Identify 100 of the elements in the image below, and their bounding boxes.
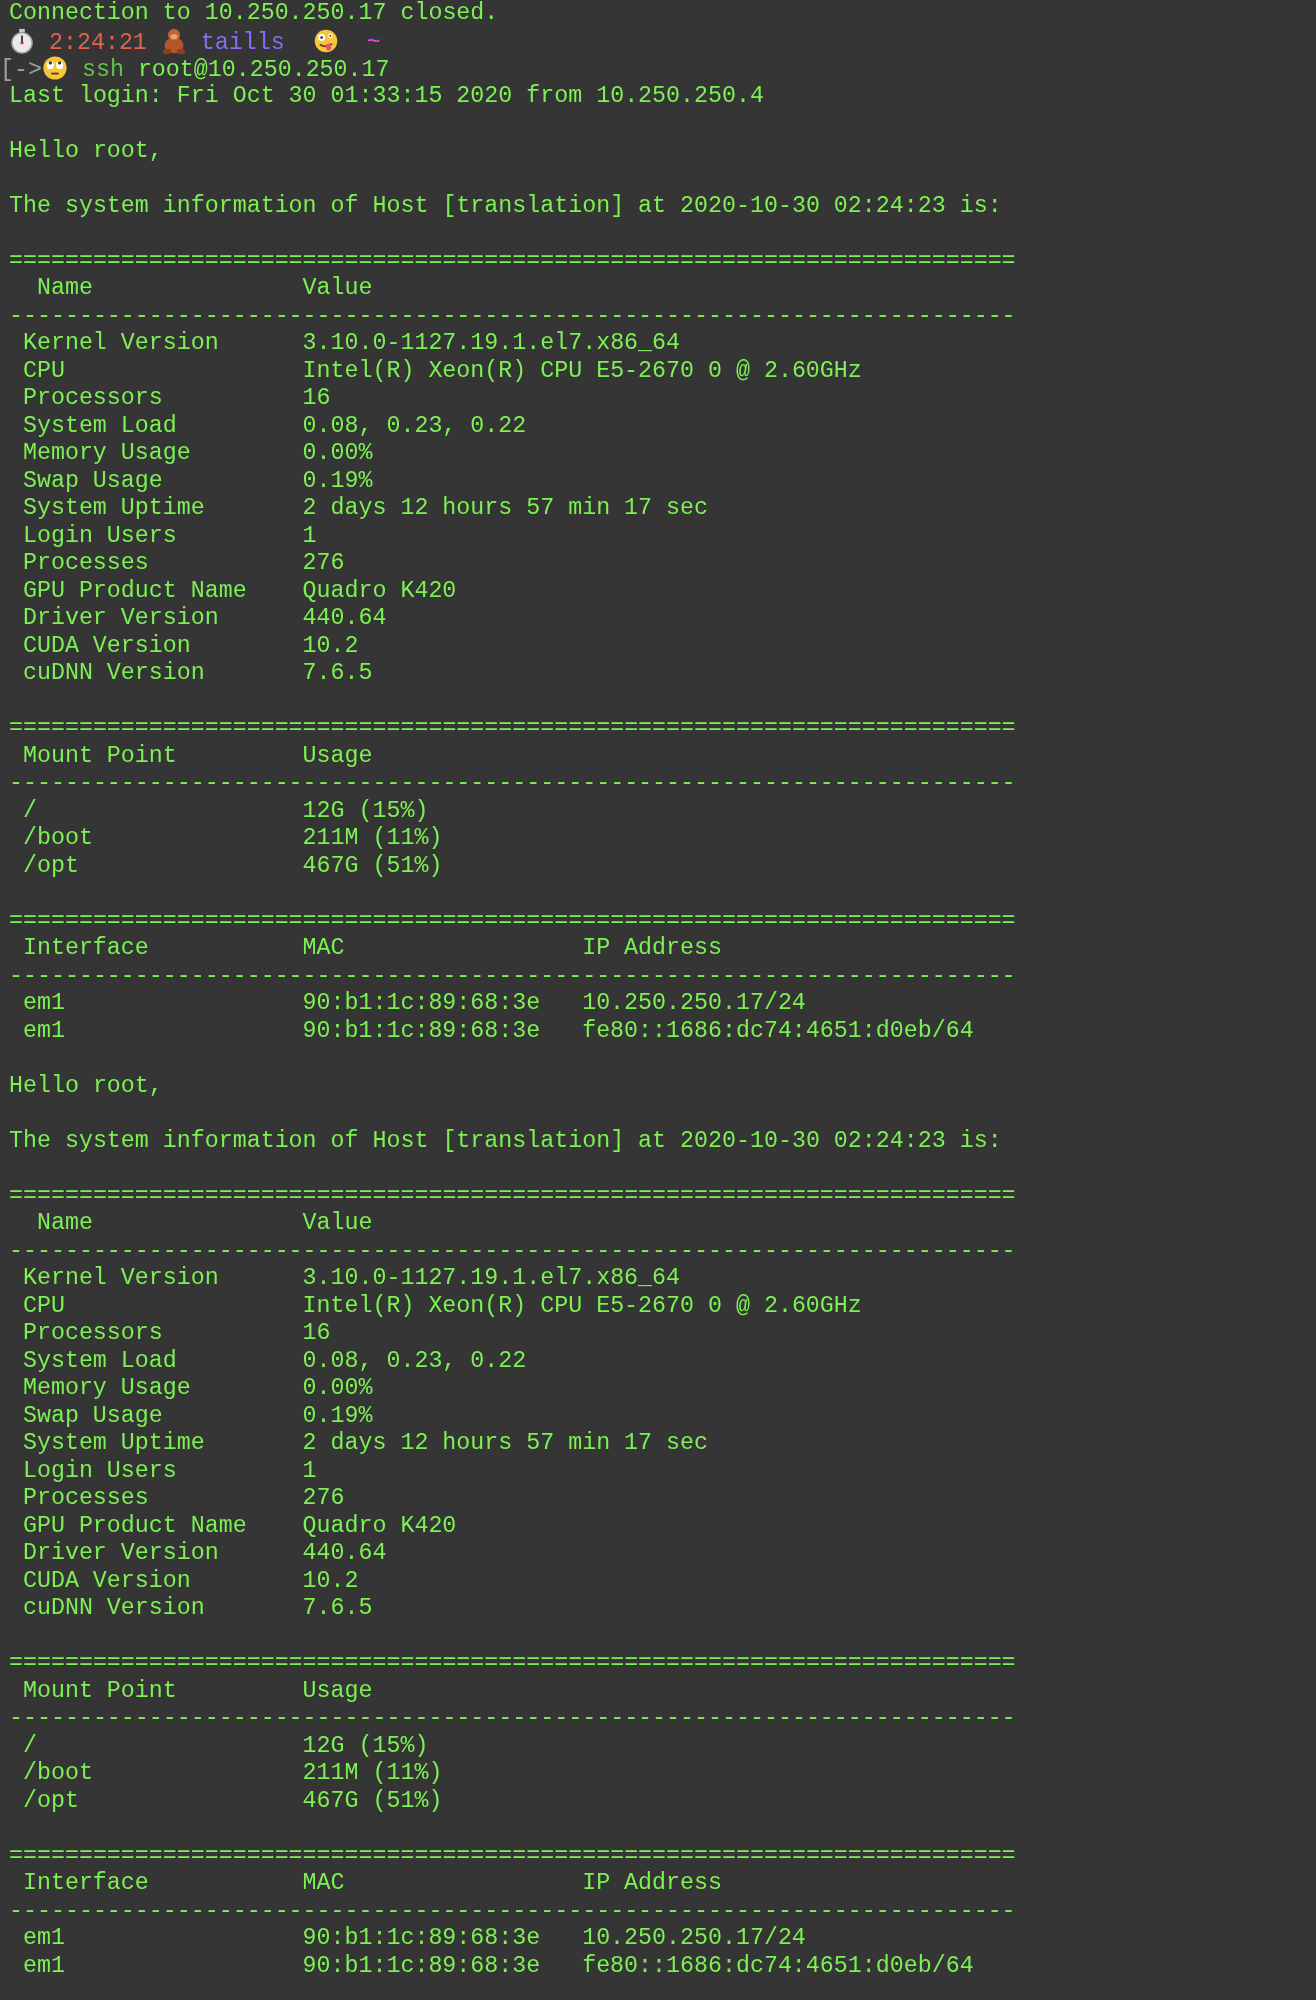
table-cell: CUDA Version — [22, 632, 191, 660]
prompt-symbol: [-> — [0, 57, 42, 85]
table-cell: 0.00% — [302, 440, 373, 468]
table-cell: Processors — [22, 385, 163, 413]
prompt-time: 2:24:21 — [49, 29, 147, 57]
column-header: Value — [302, 275, 373, 303]
table-cell: Memory Usage — [22, 440, 191, 468]
info-text: The system information of Host [translation] at 2020-10-30 02:24:23 is: — [9, 1127, 1002, 1155]
table-cell: 10.2 — [302, 632, 359, 660]
table-cell: 16 — [302, 1320, 331, 1348]
table-cell: 90:b1:1c:89:68:3e — [302, 990, 541, 1018]
table-cell: Quadro K420 — [302, 577, 457, 605]
column-header: IP Address — [582, 1870, 722, 1898]
table-cell: Quadro K420 — [302, 1512, 457, 1540]
table-cell: /opt — [22, 852, 79, 880]
separator-line: ======================================================================== — [9, 715, 1016, 743]
table-cell: em1 — [22, 1925, 65, 1953]
table-cell: 211M (11%) — [302, 825, 443, 853]
table-cell: 0.08, 0.23, 0.22 — [302, 412, 527, 440]
separator-line: ------------------------------------------------------------------------ — [9, 302, 1016, 330]
greeting-text: Hello root, — [9, 1072, 163, 1100]
table-cell: fe80::1686:dc74:4651:d0eb/64 — [582, 1952, 974, 1980]
table-cell: Memory Usage — [22, 1375, 191, 1403]
table-cell: 0.08, 0.23, 0.22 — [302, 1347, 527, 1375]
table-cell: 0.19% — [302, 1402, 373, 1430]
table-cell: Kernel Version — [22, 1265, 219, 1293]
column-header: Mount Point — [22, 742, 177, 770]
table-cell: cuDNN Version — [22, 1595, 205, 1623]
prompt-path: ~ — [366, 29, 381, 57]
table-cell: GPU Product Name — [22, 577, 247, 605]
table-cell: Processes — [22, 1485, 149, 1513]
table-cell: cuDNN Version — [22, 660, 205, 688]
column-header: Value — [302, 1210, 373, 1238]
table-cell: 12G (15%) — [302, 1732, 429, 1760]
table-cell: 90:b1:1c:89:68:3e — [302, 1952, 541, 1980]
table-cell: Login Users — [22, 1457, 177, 1485]
table-cell: /boot — [22, 1760, 93, 1788]
face-icon — [41, 55, 68, 81]
command-name: ssh — [81, 57, 124, 84]
table-cell: Swap Usage — [22, 1402, 163, 1430]
ape-icon — [160, 27, 187, 54]
table-cell: 90:b1:1c:89:68:3e — [302, 1925, 541, 1953]
table-cell: 440.64 — [302, 605, 387, 633]
table-cell: /boot — [22, 825, 93, 853]
table-cell: 16 — [302, 385, 331, 413]
login-text: Last login: Fri Oct 30 01:33:15 2020 from 10.250.250.4 — [9, 82, 764, 110]
column-header: Usage — [302, 1677, 373, 1705]
prompt-user: taills — [200, 29, 285, 57]
table-cell: / — [22, 797, 37, 825]
column-header: MAC — [302, 935, 345, 963]
table-cell: Login Users — [22, 522, 177, 550]
table-cell: 0.19% — [302, 467, 373, 495]
table-cell: 0.00% — [302, 1375, 373, 1403]
table-cell: Driver Version — [22, 605, 219, 633]
table-cell: Intel(R) Xeon(R) CPU E5-2670 0 @ 2.60GHz — [302, 1292, 862, 1320]
column-header: Name — [36, 1210, 93, 1238]
table-cell: Swap Usage — [22, 467, 163, 495]
table-cell: 1 — [302, 522, 317, 550]
output-text: Connection to 10.250.250.17 closed. — [9, 0, 499, 28]
table-cell: 440.64 — [302, 1540, 387, 1568]
separator-line: ======================================================================== — [9, 1650, 1016, 1678]
column-header: Usage — [302, 742, 373, 770]
separator-line: ------------------------------------------------------------------------ — [9, 962, 1016, 990]
table-cell: 12G (15%) — [302, 797, 429, 825]
table-cell: 90:b1:1c:89:68:3e — [302, 1017, 541, 1045]
table-cell: System Uptime — [22, 495, 205, 523]
table-cell: 10.250.250.17/24 — [582, 990, 806, 1018]
table-cell: fe80::1686:dc74:4651:d0eb/64 — [582, 1017, 974, 1045]
table-cell: 1 — [302, 1457, 317, 1485]
table-cell: 3.10.0-1127.19.1.el7.x86_64 — [302, 1265, 681, 1293]
table-cell: Intel(R) Xeon(R) CPU E5-2670 0 @ 2.60GHz — [302, 357, 862, 385]
table-cell: 467G (51%) — [302, 1787, 443, 1815]
info-text: The system information of Host [translation] at 2020-10-30 02:24:23 is: — [9, 192, 1002, 220]
separator-line: ======================================================================== — [9, 907, 1016, 935]
table-cell: 7.6.5 — [302, 1595, 373, 1623]
separator-line: ------------------------------------------------------------------------ — [9, 1705, 1016, 1733]
separator-line: ------------------------------------------------------------------------ — [9, 1897, 1016, 1925]
separator-line: ======================================================================== — [9, 1182, 1016, 1210]
table-cell: 10.2 — [302, 1567, 359, 1595]
table-cell: / — [22, 1732, 37, 1760]
command-argument: root@10.250.250.17 — [137, 57, 390, 84]
separator-line: ======================================================================== — [9, 247, 1016, 275]
stopwatch-icon — [9, 27, 35, 54]
table-cell: System Load — [22, 412, 177, 440]
table-cell: 2 days 12 hours 57 min 17 sec — [302, 495, 708, 523]
table-cell: CUDA Version — [22, 1567, 191, 1595]
face-icon — [312, 27, 339, 54]
greeting-text: Hello root, — [9, 137, 163, 165]
table-cell: 10.250.250.17/24 — [582, 1925, 806, 1953]
table-cell: em1 — [22, 1952, 65, 1980]
table-cell: CPU — [22, 1292, 65, 1320]
table-cell: em1 — [22, 1017, 65, 1045]
table-cell: 276 — [302, 1485, 345, 1513]
table-cell: 276 — [302, 550, 345, 578]
table-cell: System Uptime — [22, 1430, 205, 1458]
table-cell: System Load — [22, 1347, 177, 1375]
table-cell: Kernel Version — [22, 330, 219, 358]
separator-line: ------------------------------------------------------------------------ — [9, 1237, 1016, 1265]
column-header: MAC — [302, 1870, 345, 1898]
table-cell: 211M (11%) — [302, 1760, 443, 1788]
